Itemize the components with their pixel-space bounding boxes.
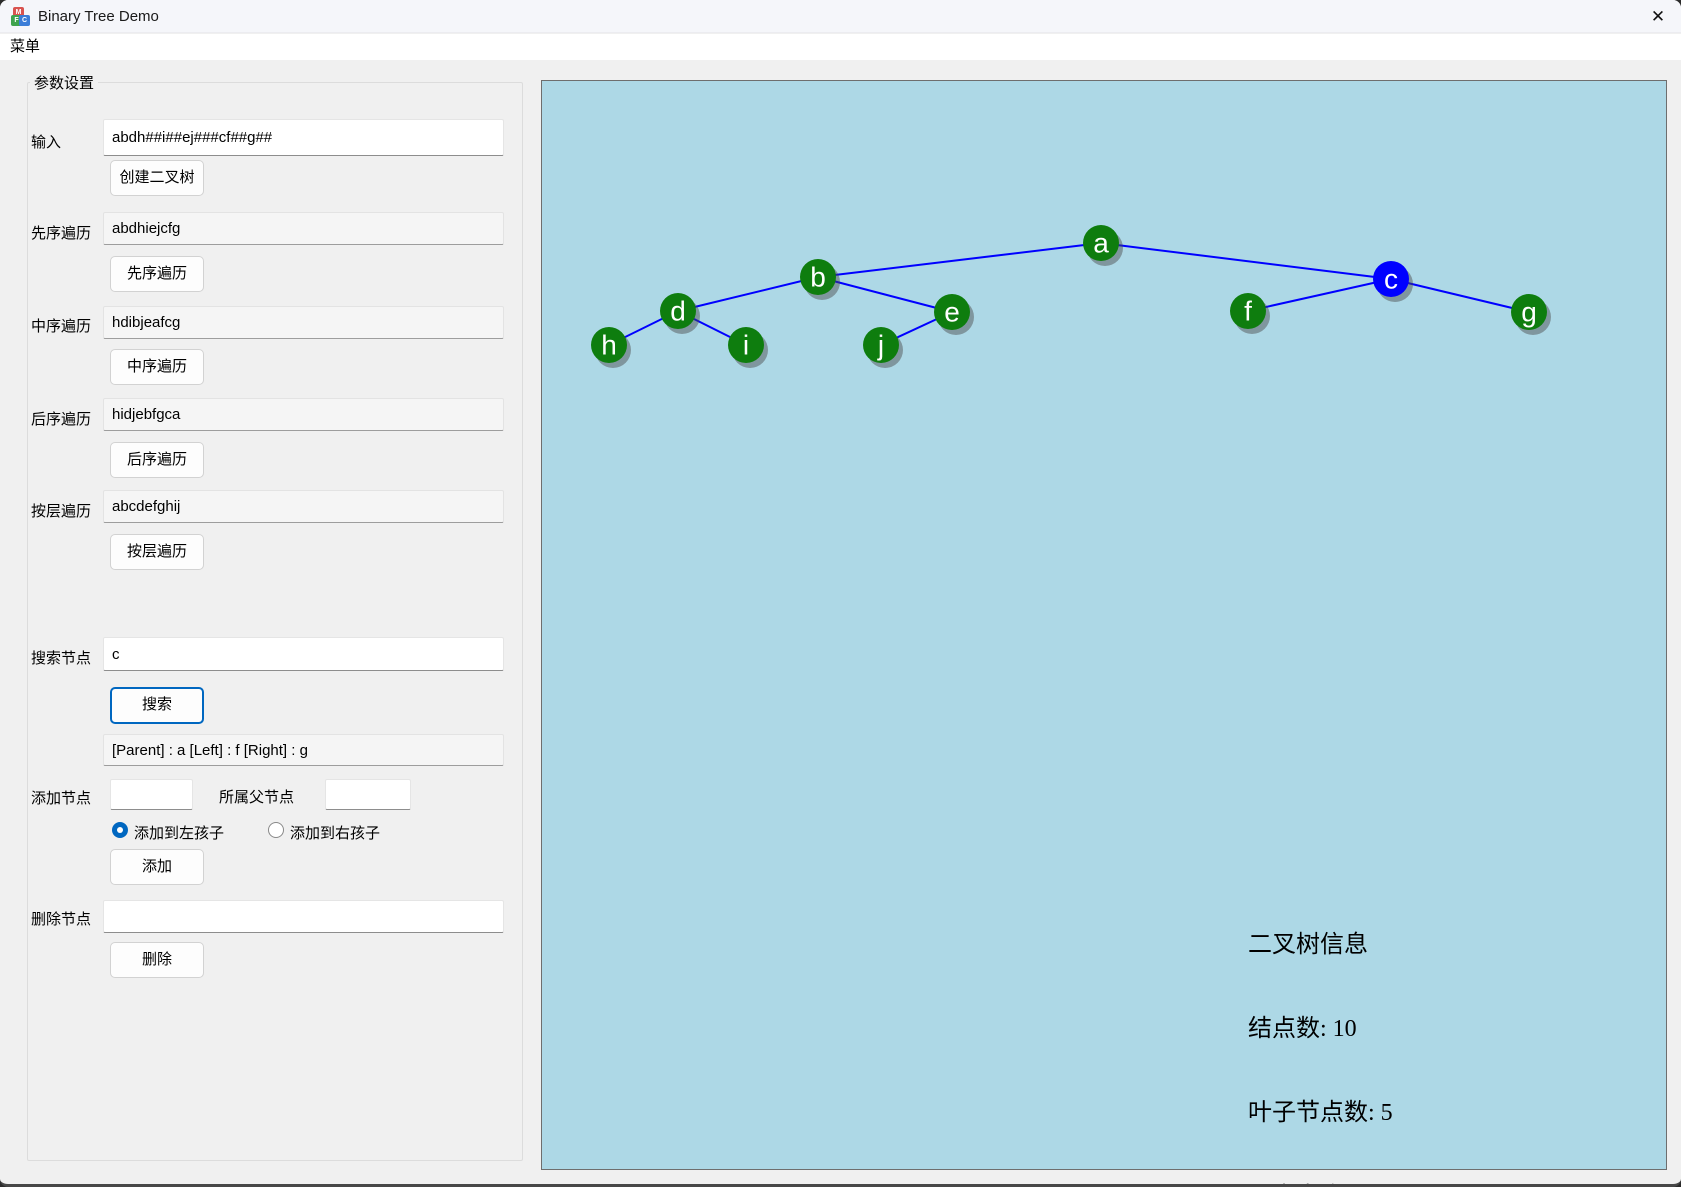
radio-add-right-child-label: 添加到右孩子 — [290, 825, 381, 842]
input-field[interactable] — [103, 119, 504, 156]
postorder-result-field: hidjebfgca — [103, 398, 504, 431]
menu-bar: 菜单 — [0, 34, 1681, 60]
radio-add-left-child[interactable] — [112, 822, 128, 838]
add-label: 添加节点 — [31, 790, 92, 807]
delete-input[interactable] — [103, 900, 504, 933]
tree-node-label-b: b — [810, 262, 826, 293]
tree-graphic: a b c d e f g h i j — [591, 225, 1551, 368]
radio-add-left-child-label: 添加到左孩子 — [134, 825, 225, 842]
tree-info-node-count: 结点数: 10 — [1248, 1016, 1357, 1042]
inorder-label: 中序遍历 — [31, 318, 92, 335]
tree-info-max-width: 最大宽度: 4 — [1248, 1183, 1393, 1184]
tree-node-label-g: g — [1521, 297, 1537, 328]
radio-add-right-child[interactable] — [268, 822, 284, 838]
close-icon: ✕ — [1650, 7, 1666, 26]
search-button[interactable]: 搜索 — [110, 687, 204, 724]
parent-node-input[interactable] — [325, 779, 411, 810]
tree-info-block: 二叉树信息 结点数: 10 叶子节点数: 5 最大宽度: 4 深度: 4 — [1248, 875, 1393, 1184]
add-node-input[interactable] — [110, 779, 193, 810]
delete-label: 删除节点 — [31, 911, 92, 928]
tree-node-label-j: j — [877, 330, 884, 361]
tree-edge-b-d — [677, 276, 819, 312]
tree-node-label-e: e — [944, 297, 960, 328]
tree-node-label-f: f — [1244, 296, 1252, 327]
mfc-icon-c-cube: C — [19, 15, 30, 26]
create-tree-button[interactable]: 创建二叉树 — [110, 160, 204, 196]
search-result-field: [Parent] : a [Left] : f [Right] : g — [103, 734, 504, 766]
search-label: 搜索节点 — [31, 650, 92, 667]
inorder-button[interactable]: 中序遍历 — [110, 349, 204, 385]
preorder-result-field: abdhiejcfg — [103, 212, 504, 245]
levelorder-button[interactable]: 按层遍历 — [110, 534, 204, 570]
input-label: 输入 — [31, 134, 62, 151]
tree-node-label-c: c — [1384, 264, 1398, 295]
levelorder-label: 按层遍历 — [31, 503, 92, 520]
menu-item-caidan[interactable]: 菜单 — [2, 34, 48, 60]
title-bar: M F C Binary Tree Demo ✕ — [0, 0, 1681, 33]
tree-node-label-h: h — [601, 330, 617, 361]
tree-edge-c-f — [1247, 278, 1392, 312]
tree-node-label-i: i — [743, 330, 749, 361]
app-icon: M F C — [11, 7, 30, 26]
tree-edge-a-c — [1100, 242, 1392, 280]
preorder-button[interactable]: 先序遍历 — [110, 256, 204, 292]
close-button[interactable]: ✕ — [1635, 0, 1681, 33]
tree-info-leaf-count: 叶子节点数: 5 — [1248, 1100, 1393, 1126]
tree-node-label-a: a — [1093, 228, 1109, 259]
inorder-result-field: hdibjeafcg — [103, 306, 504, 339]
search-input[interactable] — [103, 637, 504, 671]
parent-node-label: 所属父节点 — [219, 789, 295, 806]
postorder-label: 后序遍历 — [31, 411, 92, 428]
tree-node-label-d: d — [670, 296, 686, 327]
window-title: Binary Tree Demo — [38, 8, 159, 25]
tree-canvas: abcdefghij 二叉树信息 结点数: 10 叶子节点数: 5 最大宽度: … — [541, 80, 1667, 1170]
params-legend: 参数设置 — [34, 75, 95, 92]
delete-button[interactable]: 删除 — [110, 942, 204, 978]
add-button[interactable]: 添加 — [110, 849, 204, 885]
app-window: M F C Binary Tree Demo ✕ 菜单 参数设置 输入 创建二叉… — [0, 0, 1681, 1187]
tree-edge-a-b — [817, 242, 1102, 278]
postorder-button[interactable]: 后序遍历 — [110, 442, 204, 478]
preorder-label: 先序遍历 — [31, 225, 92, 242]
levelorder-result-field: abcdefghij — [103, 490, 504, 523]
tree-info-title: 二叉树信息 — [1248, 932, 1368, 958]
